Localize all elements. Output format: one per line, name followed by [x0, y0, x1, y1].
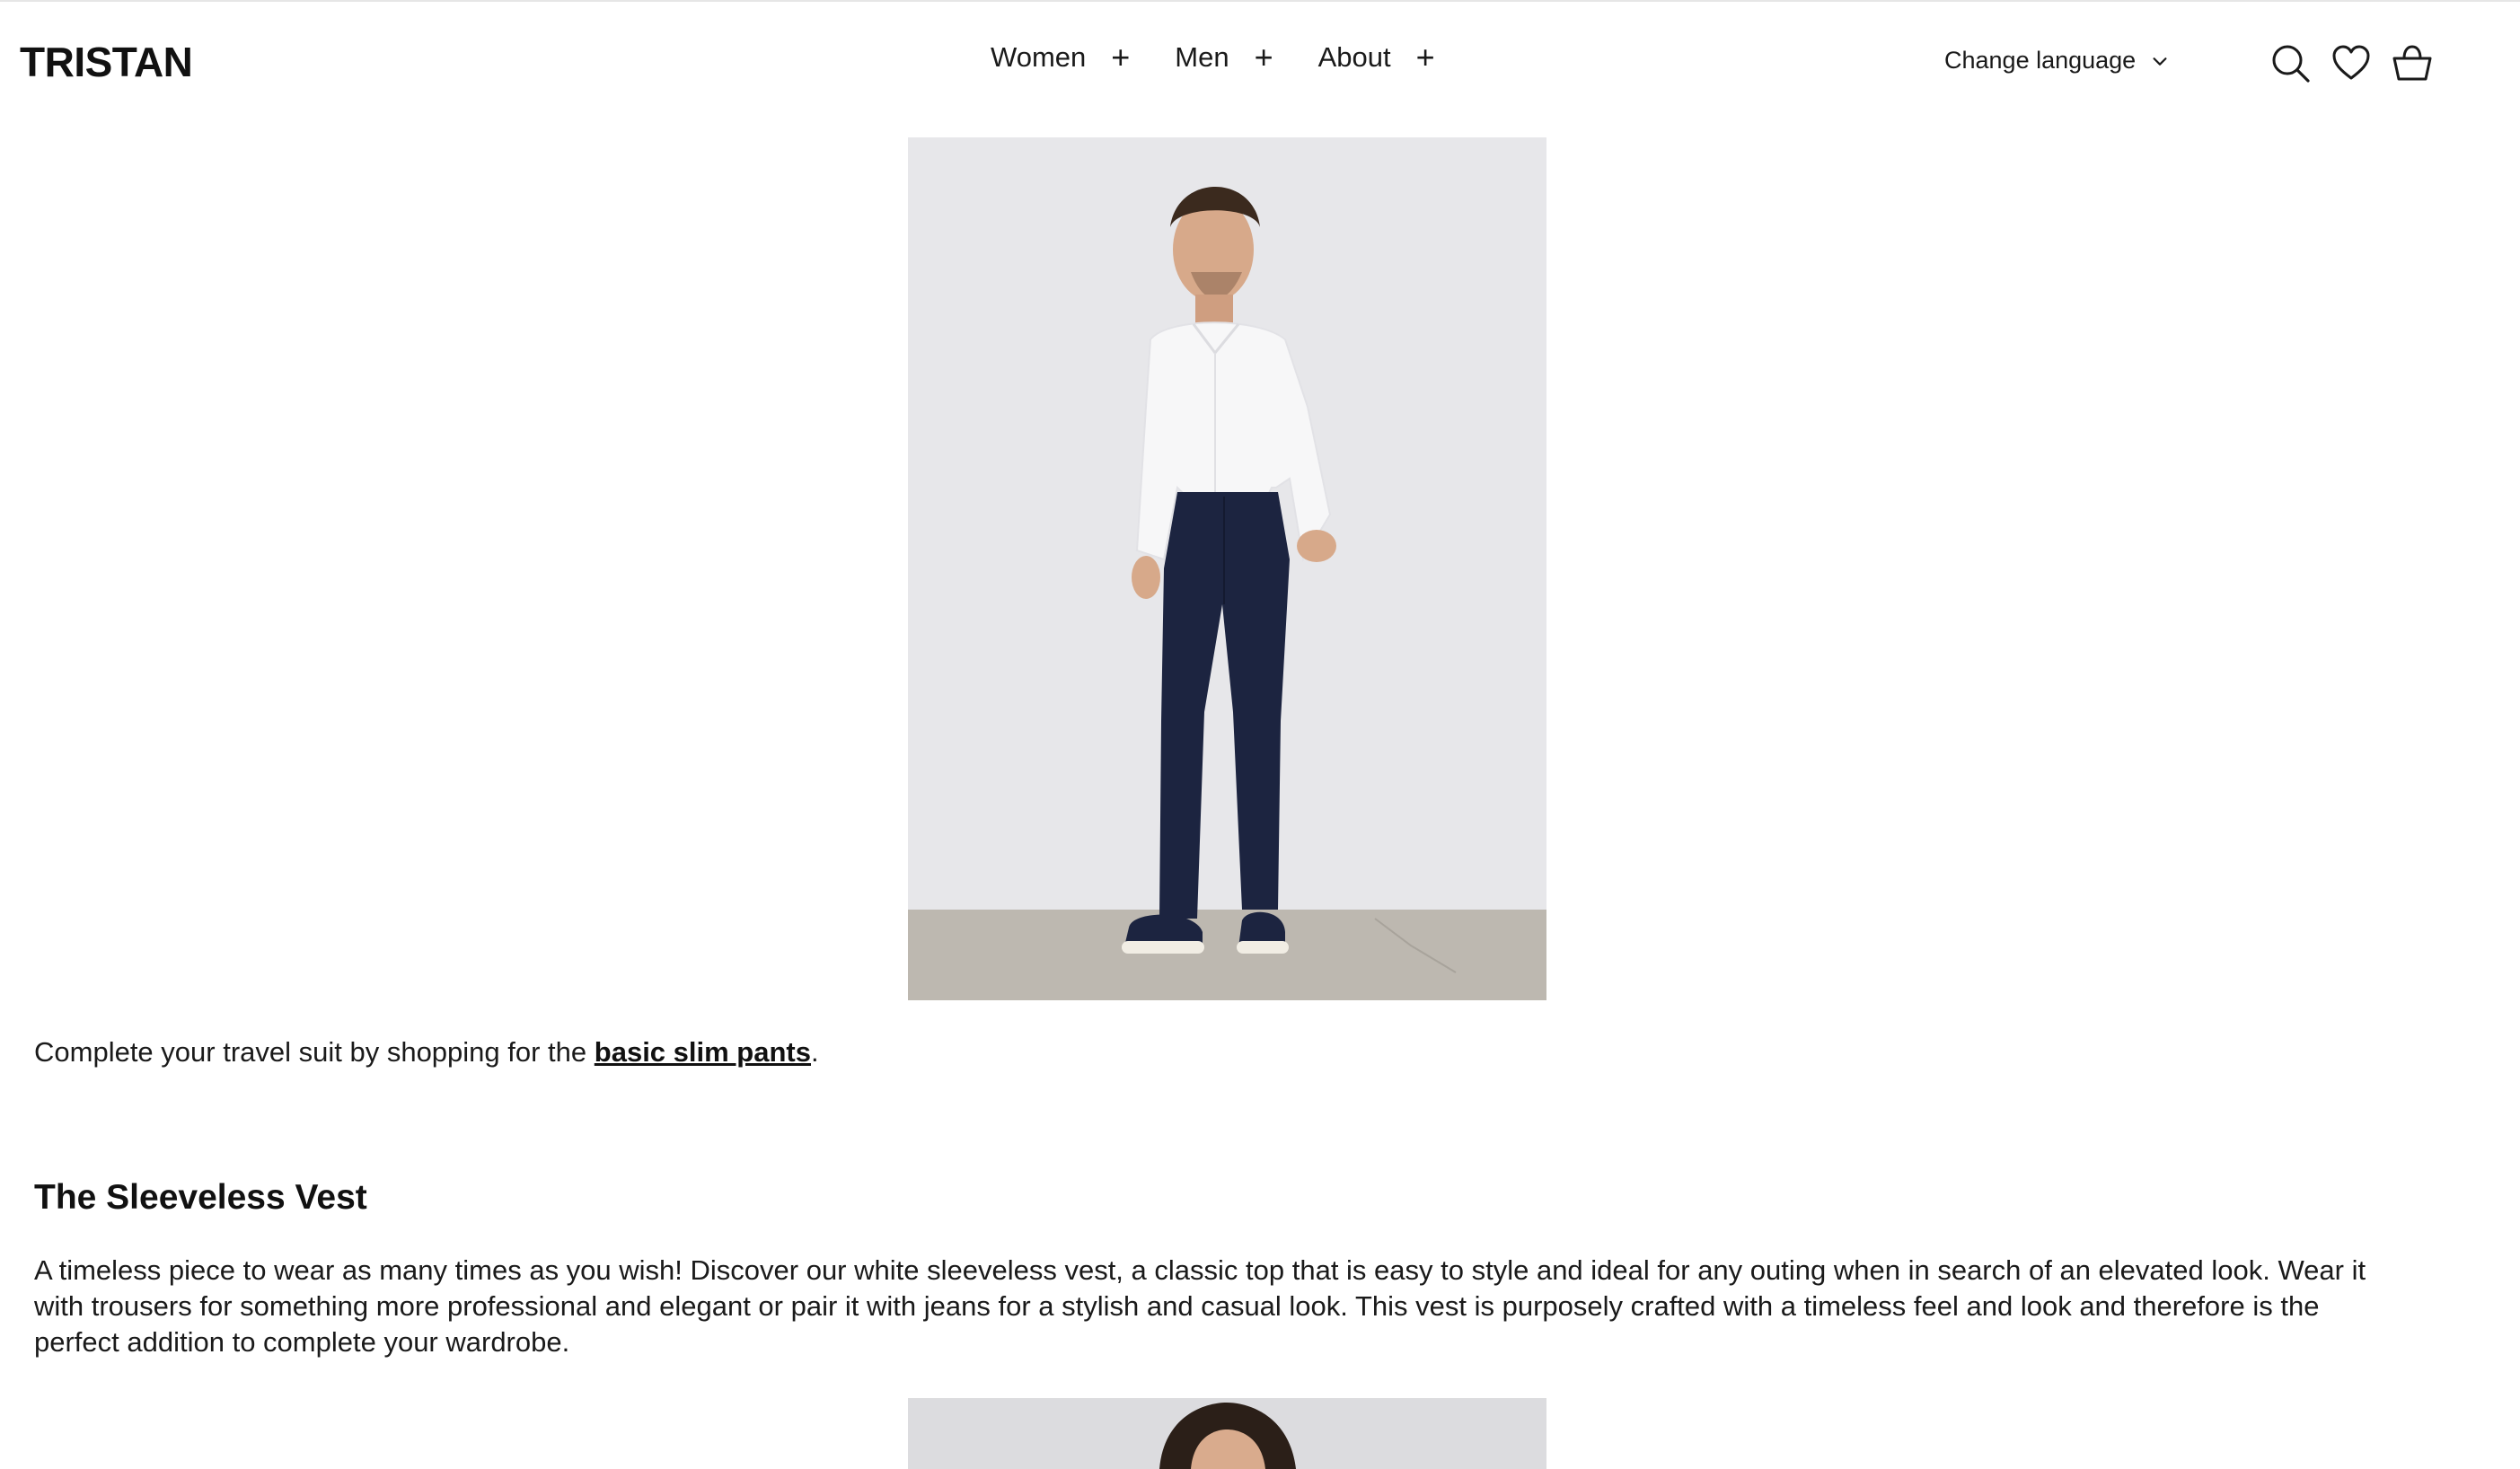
- header-icons: [2269, 41, 2434, 84]
- main-nav: Women + Men + About +: [991, 41, 1435, 74]
- basket-icon[interactable]: [2391, 41, 2434, 84]
- product-photo-slim-pants: [908, 137, 1546, 1000]
- nav-item-label: Men: [1175, 41, 1229, 73]
- language-label: Change language: [1944, 47, 2137, 74]
- search-icon[interactable]: [2269, 41, 2312, 84]
- plus-icon[interactable]: +: [1416, 41, 1435, 74]
- section-heading-vest: The Sleeveless Vest: [34, 1178, 367, 1217]
- vest-paragraph: A timeless piece to wear as many times a…: [34, 1254, 2366, 1358]
- chevron-down-icon: [2153, 57, 2167, 66]
- language-selector[interactable]: Change language: [1944, 47, 2170, 75]
- logo[interactable]: TRISTAN: [20, 38, 193, 86]
- site-header: TRISTAN Women + Men + About + Change lan…: [0, 2, 2520, 124]
- heart-icon[interactable]: [2330, 41, 2373, 84]
- plus-icon[interactable]: +: [1111, 41, 1130, 74]
- nav-item-men[interactable]: Men +: [1175, 41, 1273, 74]
- model-illustration: [908, 1398, 1546, 1469]
- product-photo-sleeveless-vest: [908, 1398, 1546, 1469]
- nav-item-label: Women: [991, 41, 1087, 73]
- plus-icon[interactable]: +: [1255, 41, 1273, 74]
- nav-item-women[interactable]: Women +: [991, 41, 1130, 74]
- nav-item-label: About: [1317, 41, 1391, 73]
- model-illustration: [908, 137, 1546, 1000]
- travel-suit-period: .: [811, 1036, 819, 1068]
- basic-slim-pants-link[interactable]: basic slim pants: [595, 1036, 811, 1068]
- nav-item-about[interactable]: About +: [1318, 41, 1435, 74]
- travel-suit-paragraph: Complete your travel suit by shopping fo…: [34, 1034, 1291, 1070]
- travel-suit-text: Complete your travel suit by shopping fo…: [34, 1036, 595, 1068]
